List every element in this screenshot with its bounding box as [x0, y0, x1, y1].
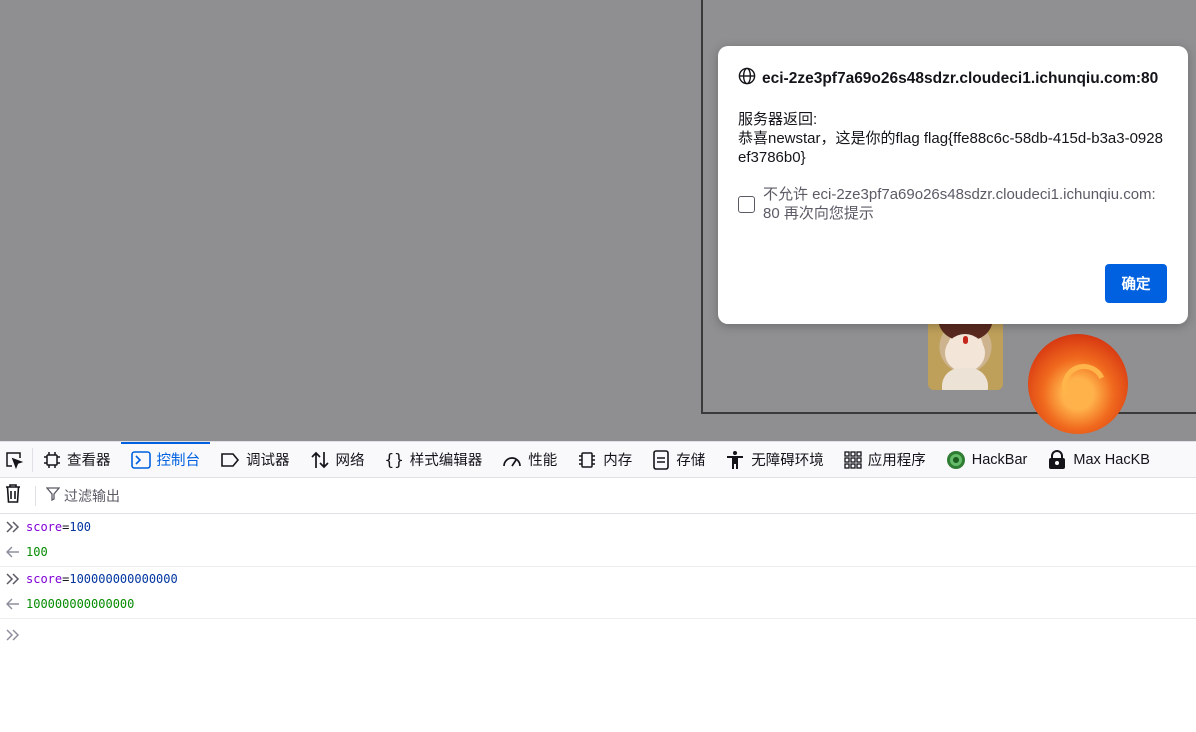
- debugger-icon: [220, 452, 240, 468]
- globe-icon: [738, 67, 756, 90]
- suppress-prompts-checkbox[interactable]: [738, 196, 755, 213]
- tab-label: 调试器: [246, 453, 290, 469]
- tab-label: 存储: [676, 453, 706, 469]
- tab-label: 应用程序: [867, 453, 926, 469]
- console-result-value: 100: [26, 545, 48, 559]
- max-hackbar-icon: [1047, 449, 1067, 470]
- tab-style-editor[interactable]: {} 样式编辑器: [375, 442, 493, 477]
- console-prompt-icon: [0, 629, 26, 641]
- input-prompt-icon: [0, 573, 26, 585]
- input-prompt-icon: [0, 521, 26, 533]
- console-result-value: 100000000000000: [26, 597, 135, 611]
- filter-output-input[interactable]: 过滤输出: [45, 486, 120, 506]
- inspector-icon: [43, 451, 61, 469]
- clear-console-button[interactable]: [5, 483, 23, 508]
- devtools-toolbar: 查看器 控制台 调试器 网络 {} 样式编辑器 性能 内存 存储 无障碍环境 应…: [0, 441, 1196, 478]
- storage-icon: [652, 449, 670, 470]
- result-arrow-icon: [0, 546, 26, 558]
- filter-placeholder: 过滤输出: [64, 487, 120, 504]
- tab-debugger[interactable]: 调试器: [210, 442, 300, 477]
- tab-console[interactable]: 控制台: [120, 442, 211, 477]
- dialog-message-line2: 恭喜newstar，这是你的flag flag{ffe88c6c-58db-41…: [738, 130, 1163, 166]
- tab-inspector[interactable]: 查看器: [33, 442, 121, 477]
- suppress-prompts-label: 不允许 eci-2ze3pf7a69o26s48sdzr.cloudeci1.i…: [763, 186, 1156, 222]
- code-number: 100000000000000: [69, 572, 178, 586]
- tab-network[interactable]: 网络: [300, 442, 375, 477]
- tab-hackbar[interactable]: HackBar: [936, 442, 1038, 477]
- tab-performance[interactable]: 性能: [492, 442, 567, 477]
- code-variable: score: [26, 520, 63, 534]
- tab-label: 查看器: [67, 453, 111, 469]
- tab-label: 性能: [528, 453, 558, 469]
- element-picker-button[interactable]: [0, 447, 33, 472]
- console-input-row: score = 100000000000000: [0, 566, 1196, 592]
- accessibility-icon: [725, 450, 745, 470]
- hackbar-icon: [946, 450, 966, 470]
- tab-storage[interactable]: 存储: [642, 442, 715, 477]
- suppress-prompts-row[interactable]: 不允许 eci-2ze3pf7a69o26s48sdzr.cloudeci1.i…: [738, 186, 1163, 223]
- ok-button[interactable]: 确定: [1105, 264, 1167, 303]
- dialog-origin: eci-2ze3pf7a69o26s48sdzr.cloudeci1.ichun…: [738, 67, 1158, 90]
- tab-label: 网络: [335, 453, 365, 469]
- memory-icon: [577, 451, 597, 469]
- network-icon: [310, 451, 330, 469]
- console-input[interactable]: [0, 621, 1196, 649]
- dialog-message-line1: 服务器返回:: [738, 111, 818, 128]
- tab-label: 样式编辑器: [409, 453, 483, 469]
- tab-accessibility[interactable]: 无障碍环境: [715, 442, 834, 477]
- console-icon: [130, 450, 151, 469]
- toolbar-divider: [35, 485, 36, 506]
- alert-dialog: eci-2ze3pf7a69o26s48sdzr.cloudeci1.ichun…: [718, 46, 1188, 324]
- performance-icon: [502, 451, 522, 469]
- row-divider: [0, 618, 1196, 619]
- tab-label: 控制台: [156, 453, 201, 469]
- code-operator: =: [62, 520, 70, 534]
- console-result-row: 100000000000000: [0, 591, 1196, 617]
- tab-label: Max HacKB: [1073, 451, 1150, 468]
- style-editor-icon: {}: [384, 450, 404, 469]
- application-icon: [844, 450, 862, 469]
- result-arrow-icon: [0, 598, 26, 610]
- tab-application[interactable]: 应用程序: [834, 442, 936, 477]
- code-number: 100: [69, 520, 92, 534]
- code-variable: score: [26, 572, 63, 586]
- tab-label: HackBar: [971, 451, 1028, 468]
- character-image: [928, 318, 1003, 390]
- console-input-row: score = 100: [0, 514, 1196, 540]
- dialog-message: 服务器返回: 恭喜newstar，这是你的flag flag{ffe88c6c-…: [738, 110, 1168, 167]
- console-result-row: 100: [0, 539, 1196, 565]
- console-toolbar: 过滤输出: [0, 478, 1196, 514]
- tab-memory[interactable]: 内存: [567, 442, 642, 477]
- fire-orb-image: [1028, 334, 1128, 434]
- filter-icon: [45, 487, 61, 504]
- tab-label: 无障碍环境: [751, 453, 824, 469]
- code-operator: =: [62, 572, 70, 586]
- trash-icon: [5, 483, 21, 508]
- element-picker-icon: [4, 450, 24, 470]
- tab-label: 内存: [603, 453, 633, 469]
- tab-max-hackbar[interactable]: Max HacKB: [1037, 442, 1160, 477]
- dialog-origin-text: eci-2ze3pf7a69o26s48sdzr.cloudeci1.ichun…: [762, 69, 1159, 87]
